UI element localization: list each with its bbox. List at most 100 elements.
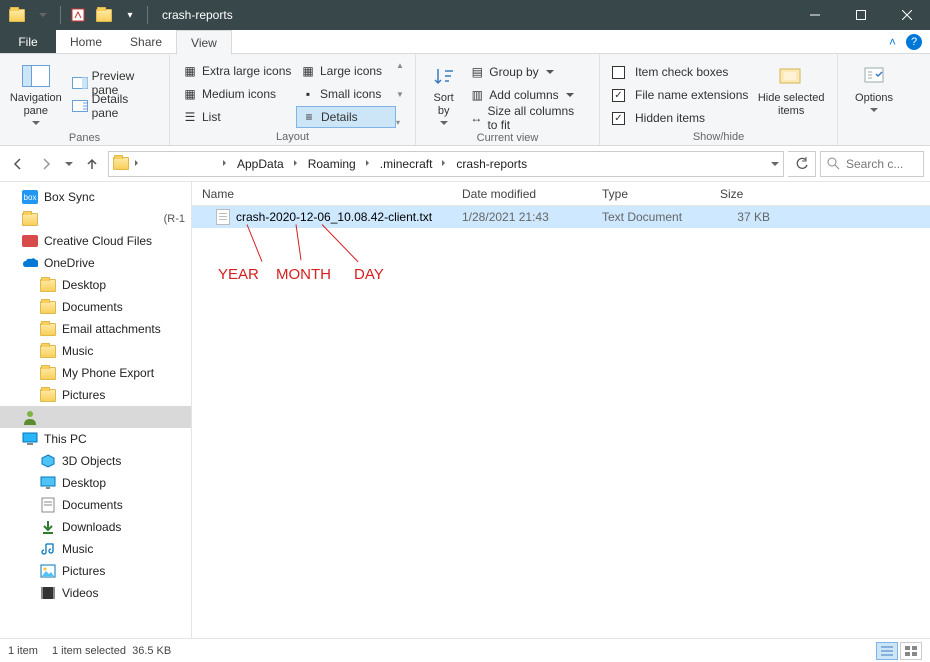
address-bar[interactable]: AppData Roaming .minecraft crash-reports	[108, 151, 784, 177]
col-name[interactable]: Name	[192, 187, 452, 201]
breadcrumb[interactable]: crash-reports	[452, 157, 531, 171]
hide-selected-button[interactable]: Hide selected items	[753, 58, 829, 130]
view-large-button[interactable]	[900, 642, 922, 660]
size-columns-button[interactable]: ↔Size all columns to fit	[465, 107, 591, 129]
layout-scroll-up[interactable]: ▲	[396, 61, 404, 70]
sidebar-item-icon: box	[22, 189, 38, 205]
breadcrumb[interactable]: .minecraft	[376, 157, 437, 171]
layout-extra-large[interactable]: ▦Extra large icons	[178, 60, 296, 82]
sidebar-item-icon	[40, 321, 56, 337]
layout-list[interactable]: ☰List	[178, 106, 296, 128]
minimize-button[interactable]	[792, 0, 838, 30]
maximize-button[interactable]	[838, 0, 884, 30]
qat-dropdown[interactable]	[32, 4, 54, 26]
layout-scroll-down[interactable]: ▼	[396, 90, 404, 99]
sidebar-item[interactable]: Music	[0, 538, 191, 560]
sidebar-item-label: 3D Objects	[62, 454, 121, 468]
search-input[interactable]: Search c...	[820, 151, 924, 177]
sidebar-item-icon	[22, 233, 38, 249]
navigation-sidebar[interactable]: box Box Sync (R-1 Creative Cloud Files OneDr…	[0, 182, 192, 638]
search-placeholder: Search c...	[846, 157, 903, 171]
check-file-extensions[interactable]: ✓File name extensions	[608, 84, 753, 106]
nav-recent-button[interactable]	[62, 152, 76, 176]
group-by-button[interactable]: ▤Group by	[465, 61, 591, 83]
sidebar-item-label: Creative Cloud Files	[44, 234, 152, 248]
address-dropdown[interactable]	[771, 157, 779, 171]
col-modified[interactable]: Date modified	[452, 187, 592, 201]
sidebar-item[interactable]: Documents	[0, 296, 191, 318]
search-icon	[827, 157, 840, 170]
col-type[interactable]: Type	[592, 187, 710, 201]
status-size: 36.5 KB	[132, 645, 171, 657]
sidebar-item[interactable]: box Box Sync	[0, 186, 191, 208]
sidebar-item-label: This PC	[44, 432, 87, 446]
file-size: 37 KB	[710, 210, 780, 224]
annotation-year: YEAR	[218, 266, 259, 283]
qat-folder-icon[interactable]	[93, 4, 115, 26]
layout-medium[interactable]: ▦Medium icons	[178, 83, 296, 105]
layout-expand[interactable]: ▾	[396, 118, 404, 127]
qat-dropdown-2[interactable]: ▾	[119, 4, 141, 26]
sidebar-item[interactable]: Desktop	[0, 274, 191, 296]
sidebar-item-label: Documents	[62, 300, 123, 314]
breadcrumb[interactable]: AppData	[233, 157, 288, 171]
properties-icon[interactable]	[67, 4, 89, 26]
sidebar-item[interactable]: Downloads	[0, 516, 191, 538]
sidebar-item[interactable]	[0, 406, 191, 428]
sidebar-item[interactable]: Pictures	[0, 384, 191, 406]
sidebar-item[interactable]: Desktop	[0, 472, 191, 494]
tab-share[interactable]: Share	[116, 30, 176, 53]
nav-up-button[interactable]	[80, 152, 104, 176]
breadcrumb[interactable]: Roaming	[304, 157, 360, 171]
sidebar-item-label: Box Sync	[44, 190, 95, 204]
sidebar-item[interactable]: This PC	[0, 428, 191, 450]
sidebar-item[interactable]: My Phone Export	[0, 362, 191, 384]
sort-by-button[interactable]: Sort by	[424, 58, 463, 131]
sidebar-item[interactable]: Creative Cloud Files	[0, 230, 191, 252]
options-button[interactable]: Options	[846, 58, 902, 142]
add-columns-button[interactable]: ▥Add columns	[465, 84, 591, 106]
help-icon[interactable]: ?	[906, 34, 922, 50]
sidebar-item[interactable]: (R-1	[0, 208, 191, 230]
preview-pane-button[interactable]: Preview pane	[68, 72, 161, 94]
view-details-button[interactable]	[876, 642, 898, 660]
check-hidden-items[interactable]: ✓Hidden items	[608, 107, 753, 129]
group-label-layout: Layout	[178, 130, 407, 143]
sidebar-item-icon	[22, 211, 38, 227]
layout-large[interactable]: ▦Large icons	[296, 60, 396, 82]
file-list: Name Date modified Type Size crash-2020-…	[192, 182, 930, 638]
col-size[interactable]: Size	[710, 187, 780, 201]
nav-back-button[interactable]	[6, 152, 30, 176]
sidebar-item[interactable]: Videos	[0, 582, 191, 604]
sidebar-item-label: Videos	[62, 586, 98, 600]
layout-details[interactable]: ≡Details	[296, 106, 396, 128]
sidebar-item-label: Desktop	[62, 476, 106, 490]
details-pane-button[interactable]: Details pane	[68, 95, 161, 117]
column-headers[interactable]: Name Date modified Type Size	[192, 182, 930, 206]
sidebar-item[interactable]: 3D Objects	[0, 450, 191, 472]
layout-small[interactable]: ▪Small icons	[296, 83, 396, 105]
sidebar-item[interactable]: OneDrive	[0, 252, 191, 274]
sidebar-item[interactable]: Email attachments	[0, 318, 191, 340]
nav-forward-button[interactable]	[34, 152, 58, 176]
check-item-checkboxes[interactable]: Item check boxes	[608, 61, 753, 83]
tab-file[interactable]: File	[0, 30, 56, 53]
group-label-panes: Panes	[8, 131, 161, 144]
sidebar-item-label: Documents	[62, 498, 123, 512]
tab-view[interactable]: View	[176, 30, 232, 55]
sidebar-item-icon	[22, 409, 38, 425]
sidebar-item-icon	[40, 453, 56, 469]
sidebar-item[interactable]: Pictures	[0, 560, 191, 582]
sidebar-item[interactable]: Documents	[0, 494, 191, 516]
tab-home[interactable]: Home	[56, 30, 116, 53]
sidebar-item-icon	[40, 343, 56, 359]
collapse-ribbon-icon[interactable]: ˄	[889, 35, 896, 49]
refresh-button[interactable]	[788, 151, 816, 177]
sidebar-item-label: My Phone Export	[62, 366, 154, 380]
sidebar-item[interactable]: Music	[0, 340, 191, 362]
file-row[interactable]: crash-2020-12-06_10.08.42-client.txt 1/2…	[192, 206, 930, 228]
close-button[interactable]	[884, 0, 930, 30]
navigation-pane-button[interactable]: Navigation pane	[8, 58, 64, 131]
annotation-day: DAY	[354, 266, 384, 283]
group-label-show-hide: Show/hide	[608, 130, 829, 143]
